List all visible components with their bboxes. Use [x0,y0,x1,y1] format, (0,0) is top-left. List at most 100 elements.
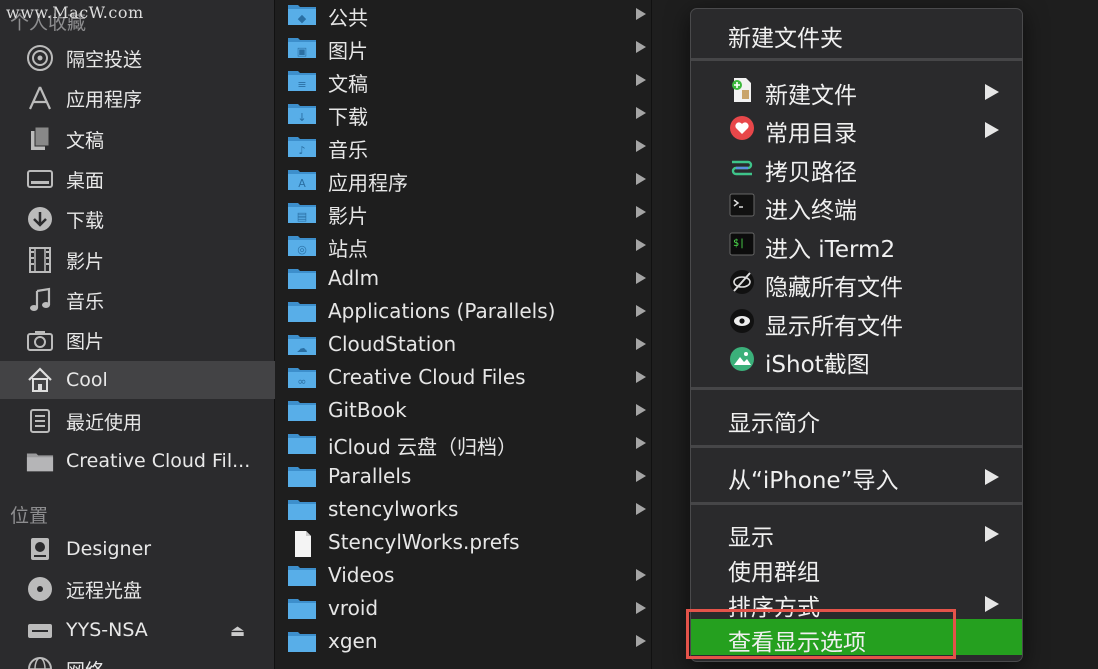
list-item[interactable]: ♪ 音乐 [276,131,652,164]
list-item-label: 应用程序 [328,171,408,195]
sidebar-item-music[interactable]: 音乐 [0,281,275,319]
list-item[interactable]: GitBook [276,395,652,428]
menu-item-import-iphone[interactable]: 从“iPhone”导入 [691,457,1022,494]
network-drive-icon [26,616,54,644]
menu-item-open-iterm2[interactable]: $| 进入 iTerm2 [691,226,1022,263]
folder-icon [288,597,316,619]
menu-item-show-all-files[interactable]: 显示所有文件 [691,303,1022,340]
sidebar-item-pictures[interactable]: 图片 [0,321,275,359]
list-item[interactable]: StencylWorks.prefs [276,527,652,560]
list-item[interactable]: ∞ Creative Cloud Files [276,362,652,395]
list-item-label: Parallels [328,464,412,488]
menu-item-ishot[interactable]: iShot截图 [691,341,1022,378]
creative-cloud-folder-icon: ∞ [288,366,316,388]
list-item[interactable]: A 应用程序 [276,164,652,197]
list-item[interactable]: Parallels [276,461,652,494]
menu-item-label: 进入终端 [765,198,857,224]
list-item[interactable]: ◆ 公共 [276,0,652,32]
disclosure-arrow-icon [636,470,646,482]
menu-item-hide-all-files[interactable]: 隐藏所有文件 [691,264,1022,301]
list-item[interactable]: Applications (Parallels) [276,296,652,329]
airdrop-icon [26,44,54,72]
sidebar-item-label: 影片 [66,250,105,273]
submenu-arrow-icon [985,526,999,542]
menu-item-new-folder[interactable]: 新建文件夹 [691,15,1022,52]
folder-icon [288,630,316,652]
menu-item-label: 新建文件 [765,83,857,109]
sidebar-item-designer[interactable]: Designer [0,530,275,568]
folder-icon [26,447,54,475]
menu-separator [691,387,1022,390]
svg-text:♪: ♪ [298,144,305,157]
sidebar-item-label: 音乐 [66,290,105,313]
sidebar-item-recents[interactable]: 最近使用 [0,402,275,440]
list-item-label: CloudStation [328,332,457,356]
svg-text:↓: ↓ [297,111,306,124]
menu-item-label: 使用群组 [728,560,820,586]
list-item-label: 站点 [328,237,368,261]
svg-text:$|: $| [733,238,745,249]
sidebar-item-downloads[interactable]: 下载 [0,200,275,238]
menu-item-open-terminal[interactable]: 进入终端 [691,187,1022,224]
list-item-label: 音乐 [328,138,368,162]
sidebar-item-desktop[interactable]: 桌面 [0,160,275,198]
sidebar-item-yys-nsa[interactable]: YYS-NSA ⏏ [0,611,275,649]
menu-item-new-file[interactable]: 新建文件 [691,72,1022,109]
ishot-icon [729,346,755,372]
list-item[interactable]: Adlm [276,263,652,296]
list-item-label: Applications (Parallels) [328,299,556,323]
applications-folder-icon: A [288,168,316,190]
sidebar-item-network[interactable]: 网络 [0,650,275,669]
sidebar-item-applications[interactable]: 应用程序 [0,79,275,117]
menu-item-favorite-dirs[interactable]: 常用目录 [691,110,1022,147]
iterm-icon: $| [729,231,755,257]
sidebar-item-airdrop[interactable]: 隔空投送 [0,39,275,77]
documents-folder-icon: ≡ [288,69,316,91]
menu-item-copy-path[interactable]: 拷贝路径 [691,149,1022,186]
eye-slash-icon [729,269,755,295]
sidebar-item-label: 桌面 [66,169,105,192]
menu-item-label: 显示所有文件 [765,314,903,340]
list-item[interactable]: ☁ CloudStation [276,329,652,362]
sidebar-item-movies[interactable]: 影片 [0,241,275,279]
list-item[interactable]: ↓ 下载 [276,98,652,131]
menu-separator [691,502,1022,505]
folder-icon [288,300,316,322]
sidebar-item-home[interactable]: Cool [0,361,275,399]
sidebar-item-label: 应用程序 [66,88,143,111]
list-item[interactable]: ◎ 站点 [276,230,652,263]
svg-text:∞: ∞ [297,375,306,388]
menu-item-get-info[interactable]: 显示简介 [691,400,1022,437]
sidebar-item-documents[interactable]: 文稿 [0,120,275,158]
list-item[interactable]: vroid [276,593,652,626]
menu-item-use-groups[interactable]: 使用群组 [691,549,1022,586]
list-item-label: 图片 [328,39,368,63]
home-icon [26,366,54,394]
folder-icon [288,465,316,487]
list-item[interactable]: Videos [276,560,652,593]
list-item[interactable]: ▣ 图片 [276,32,652,65]
list-item[interactable]: xgen [276,626,652,659]
list-item[interactable]: stencylworks [276,494,652,527]
list-item-label: vroid [328,596,379,620]
sidebar-item-creative-cloud[interactable]: Creative Cloud Fil... [0,442,275,480]
submenu-arrow-icon [985,596,999,612]
sidebar-item-label: Designer [66,538,152,560]
movies-icon [26,246,54,274]
folder-icon [288,564,316,586]
disclosure-arrow-icon [636,503,646,515]
sidebar-item-label: 文稿 [66,129,105,152]
svg-text:◎: ◎ [297,243,307,256]
menu-item-label: 进入 iTerm2 [765,237,896,263]
hard-drive-icon [26,535,54,563]
submenu-arrow-icon [985,122,999,138]
list-item[interactable]: ≡ 文稿 [276,65,652,98]
list-item[interactable]: iCloud 云盘（归档） [276,428,652,461]
disclosure-arrow-icon [636,569,646,581]
list-item[interactable]: ▤ 影片 [276,197,652,230]
disclosure-arrow-icon [636,41,646,53]
menu-item-show[interactable]: 显示 [691,514,1022,551]
optical-disc-icon [26,575,54,603]
eject-icon[interactable]: ⏏ [230,621,245,640]
sidebar-item-remote-disc[interactable]: 远程光盘 [0,570,275,608]
